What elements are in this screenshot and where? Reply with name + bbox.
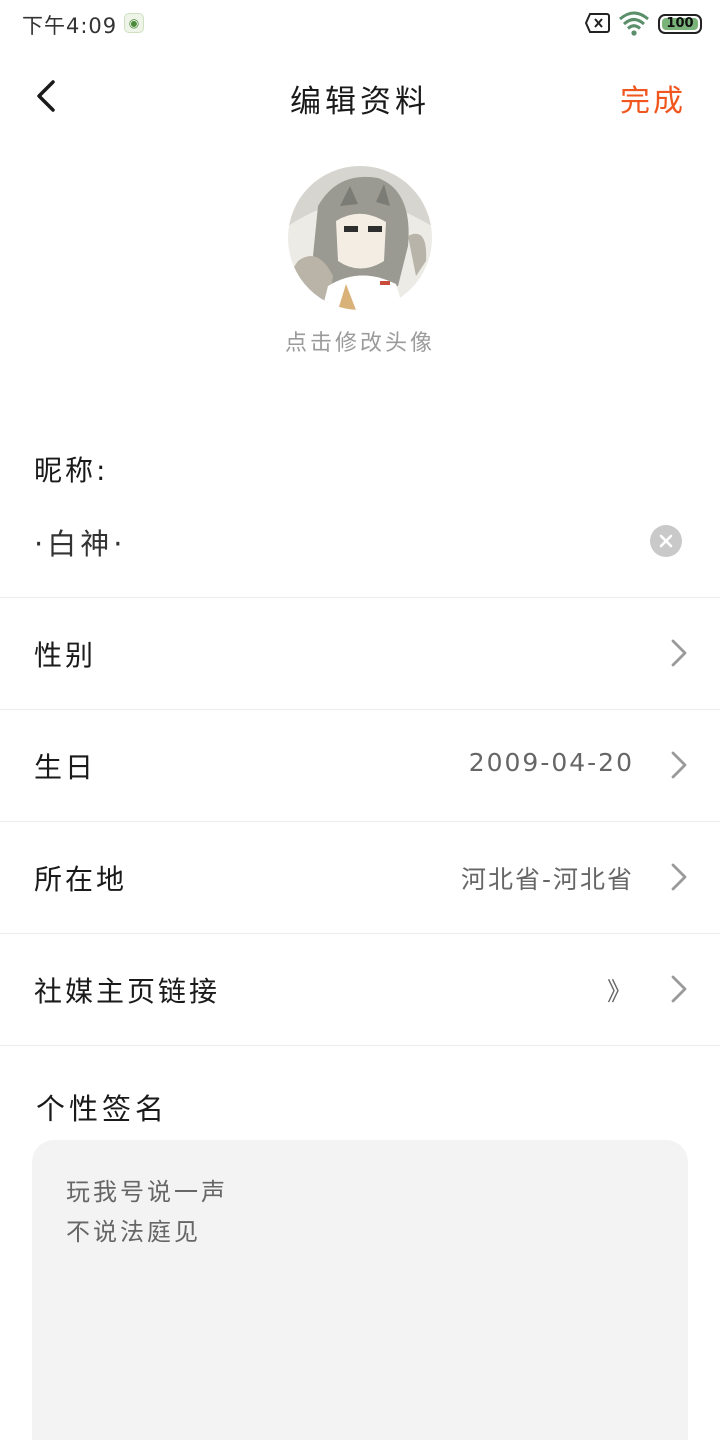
social-link-value: 》 [606, 977, 634, 1006]
edit-profile-screen: 下午4:09 ◉ 100 编辑资料 完成 点击修改头像 昵称: ·白神· 性别 … [0, 0, 720, 1440]
sim-disabled-icon [585, 13, 610, 33]
location-label: 所在地 [34, 863, 128, 896]
clear-icon [659, 534, 673, 548]
chevron-right-icon [671, 751, 687, 779]
chevron-right-icon [671, 639, 687, 667]
signature-line: 不说法庭见 [66, 1218, 201, 1246]
divider [0, 1045, 720, 1046]
nickname-input[interactable] [34, 520, 634, 564]
signature-line: 玩我号说一声 [66, 1178, 228, 1206]
social-link-row[interactable]: 社媒主页链接 》 [0, 934, 720, 1045]
chevron-right-icon [671, 975, 687, 1003]
gender-row[interactable]: 性别 [0, 598, 720, 709]
location-value: 河北省-河北省 [460, 865, 634, 894]
wifi-icon [619, 11, 649, 36]
chevron-right-icon [671, 863, 687, 891]
social-link-label: 社媒主页链接 [34, 975, 221, 1008]
gender-label: 性别 [34, 639, 97, 672]
status-time: 下午4:09 [22, 14, 118, 38]
header: 编辑资料 完成 [0, 48, 720, 144]
birthday-value: 2009-04-20 [468, 748, 634, 777]
clear-nickname-button[interactable] [650, 525, 682, 557]
birthday-row[interactable]: 生日 2009-04-20 [0, 710, 720, 821]
location-row[interactable]: 所在地 河北省-河北省 [0, 822, 720, 933]
nickname-label: 昵称: [34, 454, 109, 487]
done-button[interactable]: 完成 [620, 76, 686, 120]
battery-icon: 100 [658, 14, 702, 34]
avatar-image [288, 166, 432, 310]
status-bar: 下午4:09 ◉ 100 [0, 0, 720, 48]
battery-level: 100 [666, 16, 694, 31]
signature-label: 个性签名 [36, 1092, 169, 1126]
app-notification-icon: ◉ [124, 13, 144, 33]
birthday-label: 生日 [34, 751, 97, 784]
avatar-hint: 点击修改头像 [284, 331, 435, 356]
page-title: 编辑资料 [290, 84, 430, 120]
avatar[interactable] [288, 166, 432, 310]
